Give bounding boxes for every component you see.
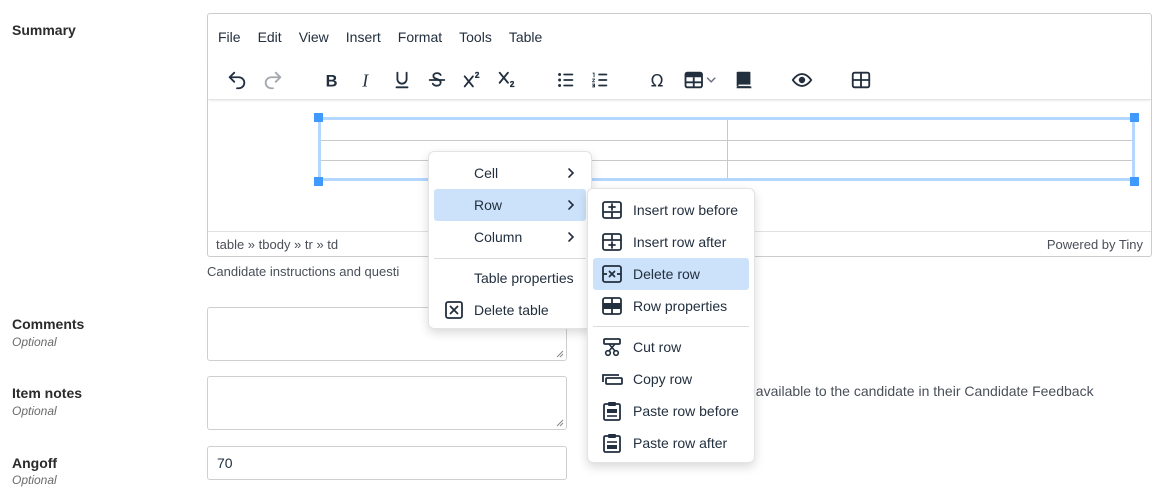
- menu-item-delete-table[interactable]: Delete table: [434, 294, 586, 326]
- item-notes-help-text: le available to the candidate in their C…: [741, 383, 1094, 399]
- angoff-optional: Optional: [12, 473, 57, 487]
- paste-row-before-icon: [603, 402, 621, 421]
- svg-text:I: I: [361, 70, 369, 90]
- summary-help-text: Candidate instructions and questi: [207, 264, 400, 279]
- resize-handle-top-left[interactable]: [314, 113, 323, 122]
- menu-file[interactable]: File: [218, 25, 241, 49]
- chevron-right-icon: [568, 232, 575, 242]
- menu-item-label: Row: [474, 197, 503, 213]
- comments-label: Comments: [12, 316, 85, 332]
- item-notes-textarea[interactable]: [207, 376, 567, 430]
- numbered-list-icon[interactable]: [588, 68, 612, 92]
- resize-grip-icon[interactable]: [556, 350, 564, 358]
- table-icon[interactable]: [682, 68, 722, 92]
- menu-item-row[interactable]: Row: [434, 189, 586, 221]
- editor-menubar: File Edit View Insert Format Tools Table: [208, 14, 1151, 60]
- preview-icon[interactable]: [790, 68, 814, 92]
- item-notes-label: Item notes: [12, 385, 83, 401]
- resize-handle-bottom-left[interactable]: [314, 177, 323, 186]
- menu-insert[interactable]: Insert: [346, 25, 381, 49]
- menu-tools[interactable]: Tools: [459, 25, 492, 49]
- menu-item-insert-row-before[interactable]: Insert row before: [593, 194, 749, 226]
- menu-item-paste-row-before[interactable]: Paste row before: [593, 395, 749, 427]
- summary-label: Summary: [12, 22, 76, 38]
- menu-item-label: Delete row: [633, 266, 700, 282]
- menu-separator: [434, 258, 586, 259]
- menu-item-paste-row-after[interactable]: Paste row after: [593, 427, 749, 459]
- angoff-value: 70: [217, 455, 233, 471]
- menu-item-label: Cut row: [633, 339, 682, 355]
- menu-table[interactable]: Table: [509, 25, 542, 49]
- strikethrough-icon[interactable]: [425, 68, 449, 92]
- menu-format[interactable]: Format: [398, 25, 442, 49]
- menu-item-copy-row[interactable]: Copy row: [593, 363, 749, 395]
- paste-row-after-icon: [603, 434, 621, 453]
- grid-icon[interactable]: [849, 68, 873, 92]
- menu-item-label: Insert row before: [633, 202, 739, 218]
- resize-handle-bottom-right[interactable]: [1130, 177, 1139, 186]
- menu-item-label: Paste row before: [633, 403, 739, 419]
- menu-edit[interactable]: Edit: [258, 25, 282, 49]
- italic-icon[interactable]: I: [355, 68, 379, 92]
- element-path[interactable]: table » tbody » tr » td: [216, 237, 338, 252]
- angoff-label: Angoff: [12, 455, 58, 471]
- underline-icon[interactable]: [390, 68, 414, 92]
- menu-item-cell[interactable]: Cell: [434, 157, 586, 189]
- menu-item-label: Delete table: [474, 302, 549, 318]
- menu-item-row-properties[interactable]: Row properties: [593, 290, 749, 322]
- menu-item-insert-row-after[interactable]: Insert row after: [593, 226, 749, 258]
- bold-icon[interactable]: B: [320, 68, 344, 92]
- editor-toolbar: B I Ω: [208, 60, 1151, 100]
- copy-row-icon: [602, 374, 623, 385]
- svg-text:Ω: Ω: [651, 71, 664, 90]
- insert-row-before-icon: [602, 201, 622, 219]
- book-icon[interactable]: [732, 68, 756, 92]
- subscript-icon[interactable]: [495, 68, 519, 92]
- resize-grip-icon[interactable]: [556, 419, 564, 427]
- chevron-right-icon: [568, 200, 575, 210]
- angoff-input[interactable]: 70: [207, 446, 567, 480]
- menu-item-column[interactable]: Column: [434, 221, 586, 253]
- menu-item-label: Cell: [474, 165, 499, 181]
- delete-row-icon: [602, 265, 622, 283]
- superscript-icon[interactable]: [460, 68, 484, 92]
- table-context-menu: Cell Row Column Table properties Delete …: [428, 151, 592, 329]
- item-notes-optional: Optional: [12, 404, 57, 418]
- row-submenu: Insert row before Insert row after Delet…: [587, 188, 755, 463]
- special-character-icon[interactable]: Ω: [647, 68, 671, 92]
- menu-item-label: Row properties: [633, 298, 728, 314]
- undo-icon[interactable]: [225, 68, 249, 92]
- svg-text:B: B: [326, 72, 338, 90]
- menu-view[interactable]: View: [299, 25, 329, 49]
- menu-item-delete-row[interactable]: Delete row: [593, 258, 749, 290]
- resize-handle-top-right[interactable]: [1130, 113, 1139, 122]
- redo-icon[interactable]: [261, 68, 285, 92]
- menu-item-label: Copy row: [633, 371, 693, 387]
- menu-item-cut-row[interactable]: Cut row: [593, 331, 749, 363]
- menu-item-table-properties[interactable]: Table properties: [434, 262, 586, 294]
- cut-row-icon: [603, 338, 621, 357]
- chevron-right-icon: [568, 168, 575, 178]
- menu-item-label: Paste row after: [633, 435, 728, 451]
- bullet-list-icon[interactable]: [554, 68, 578, 92]
- menu-item-label: Column: [474, 229, 523, 245]
- insert-row-after-icon: [602, 233, 622, 251]
- comments-optional: Optional: [12, 335, 57, 349]
- menu-item-label: Insert row after: [633, 234, 727, 250]
- powered-by-link[interactable]: Powered by Tiny: [1047, 237, 1143, 252]
- row-properties-icon: [602, 297, 622, 315]
- delete-table-icon: [445, 301, 463, 319]
- menu-item-label: Table properties: [474, 270, 574, 286]
- table-column-divider: [727, 120, 728, 178]
- menu-separator: [593, 326, 749, 327]
